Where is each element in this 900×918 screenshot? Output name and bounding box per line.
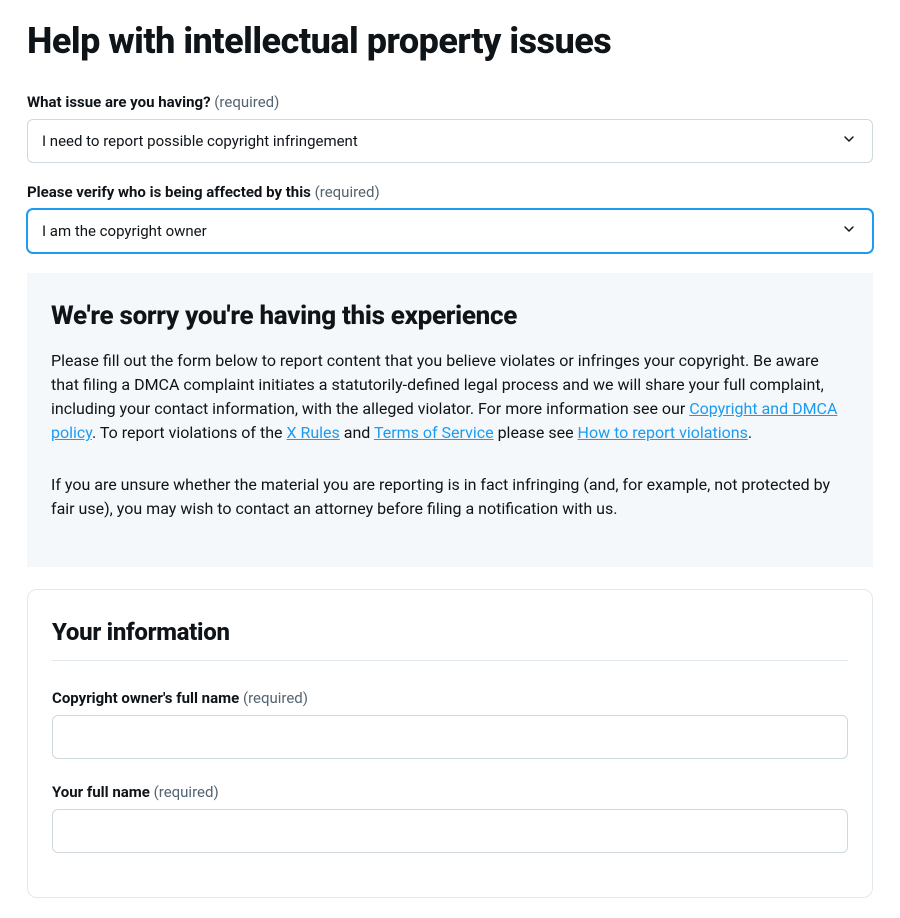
your-name-input[interactable] — [52, 809, 848, 853]
affected-select[interactable]: I am the copyright owner — [27, 209, 873, 253]
info-heading: We're sorry you're having this experienc… — [51, 301, 849, 331]
page-title: Help with intellectual property issues — [27, 20, 873, 63]
affected-select-wrapper: I am the copyright owner — [27, 209, 873, 253]
your-information-section: Your information Copyright owner's full … — [27, 589, 873, 898]
section-divider — [52, 660, 848, 661]
info-paragraph-2: If you are unsure whether the material y… — [51, 473, 849, 521]
owner-name-field: Copyright owner's full name (required) — [52, 689, 848, 759]
info-text: please see — [494, 423, 578, 442]
info-paragraph-1: Please fill out the form below to report… — [51, 349, 849, 445]
your-name-label-text: Your full name — [52, 783, 150, 801]
owner-name-input[interactable] — [52, 715, 848, 759]
your-information-heading: Your information — [52, 618, 848, 646]
issue-label-text: What issue are you having? — [27, 93, 211, 111]
your-name-field: Your full name (required) — [52, 783, 848, 853]
x-rules-link[interactable]: X Rules — [286, 423, 339, 442]
info-text: . — [748, 423, 752, 442]
required-marker: (required) — [243, 689, 308, 707]
affected-field-group: Please verify who is being affected by t… — [27, 183, 873, 253]
required-marker: (required) — [315, 183, 380, 201]
terms-of-service-link[interactable]: Terms of Service — [374, 423, 494, 442]
issue-field-group: What issue are you having? (required) I … — [27, 93, 873, 163]
issue-select-wrapper: I need to report possible copyright infr… — [27, 119, 873, 163]
required-marker: (required) — [214, 93, 279, 111]
issue-select[interactable]: I need to report possible copyright infr… — [27, 119, 873, 163]
issue-label: What issue are you having? (required) — [27, 93, 873, 111]
owner-name-label: Copyright owner's full name (required) — [52, 689, 848, 707]
info-text: . To report violations of the — [92, 423, 286, 442]
affected-label: Please verify who is being affected by t… — [27, 183, 873, 201]
affected-label-text: Please verify who is being affected by t… — [27, 183, 311, 201]
owner-name-label-text: Copyright owner's full name — [52, 689, 239, 707]
affected-select-value: I am the copyright owner — [42, 222, 207, 240]
issue-select-value: I need to report possible copyright infr… — [42, 132, 358, 150]
required-marker: (required) — [154, 783, 219, 801]
info-text: and — [340, 423, 374, 442]
how-to-report-link[interactable]: How to report violations — [578, 423, 748, 442]
info-panel: We're sorry you're having this experienc… — [27, 273, 873, 567]
your-name-label: Your full name (required) — [52, 783, 848, 801]
